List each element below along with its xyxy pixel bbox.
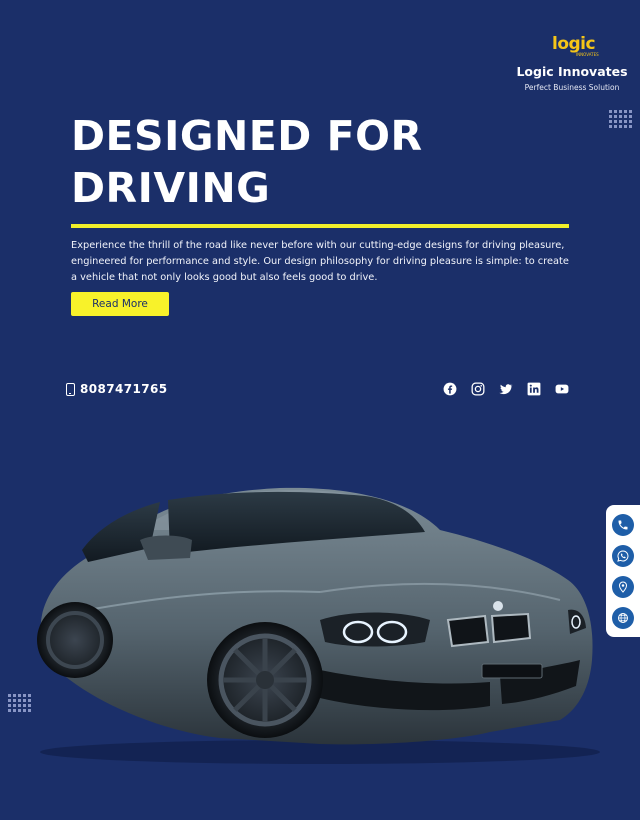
facebook-icon[interactable] xyxy=(443,382,457,396)
social-links xyxy=(443,382,569,396)
globe-icon xyxy=(618,612,628,623)
floating-contact-bar xyxy=(606,505,640,637)
page: logic INNOVATES Logic Innovates Perfect … xyxy=(0,0,640,820)
read-more-button[interactable]: Read More xyxy=(71,292,169,316)
whatsapp-icon xyxy=(617,549,629,562)
headline-divider xyxy=(71,224,569,228)
website-button[interactable] xyxy=(612,606,634,629)
hero-description: Experience the thrill of the road like n… xyxy=(71,240,569,283)
page-title: DESIGNED FOR DRIVING xyxy=(71,110,491,214)
phone-number: 8087471765 xyxy=(80,382,168,396)
phone-icon xyxy=(618,520,628,529)
location-icon xyxy=(618,580,628,593)
headline-line-2: DRIVING xyxy=(71,164,271,212)
phone-contact[interactable]: 8087471765 xyxy=(66,382,168,396)
twitter-icon[interactable] xyxy=(499,382,513,396)
instagram-icon[interactable] xyxy=(471,382,485,396)
linkedin-icon[interactable] xyxy=(527,382,541,396)
brand-logo[interactable]: logic INNOVATES xyxy=(512,34,632,60)
car-image xyxy=(37,487,600,764)
brand-block: logic INNOVATES Logic Innovates Perfect … xyxy=(512,34,632,92)
dot-grid-decoration-left xyxy=(8,694,31,712)
logo-subtext: INNOVATES xyxy=(576,52,599,57)
logo-wordmark: logic xyxy=(552,34,596,54)
phone-call-button[interactable] xyxy=(612,513,634,536)
headline-line-1: DESIGNED FOR xyxy=(71,112,423,160)
brand-name: Logic Innovates xyxy=(516,64,628,79)
location-button[interactable] xyxy=(612,575,634,598)
whatsapp-button[interactable] xyxy=(612,544,634,567)
dot-grid-decoration xyxy=(609,110,632,128)
youtube-icon[interactable] xyxy=(555,382,569,396)
brand-tagline: Perfect Business Solution xyxy=(524,83,620,92)
mobile-phone-icon xyxy=(66,382,75,396)
